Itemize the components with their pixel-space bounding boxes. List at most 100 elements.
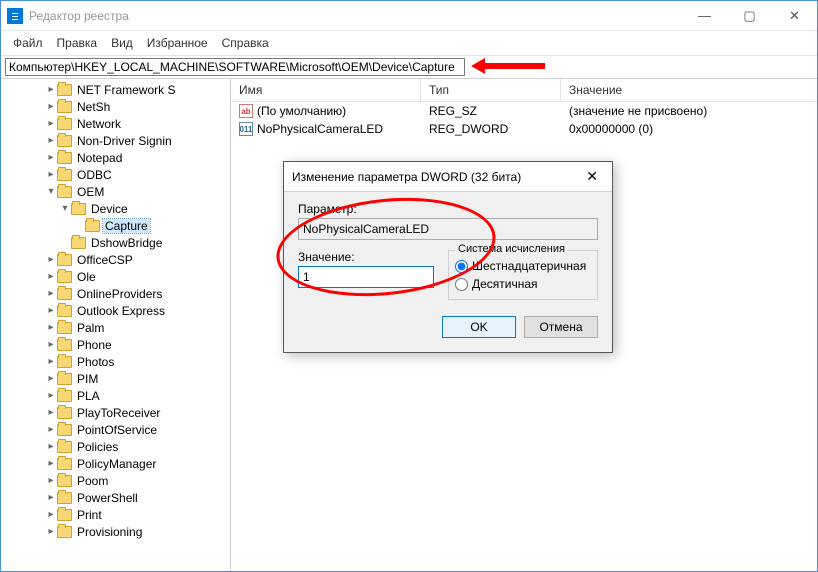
tree-node[interactable]: ▸Palm — [3, 319, 230, 336]
caret-icon[interactable]: ▾ — [59, 203, 71, 214]
tree-node[interactable]: ▸NetSh — [3, 98, 230, 115]
cell-value: 0x00000000 (0) — [561, 122, 817, 136]
caret-icon[interactable]: ▸ — [45, 135, 57, 146]
folder-icon — [57, 135, 72, 147]
caret-icon[interactable]: ▸ — [45, 271, 57, 282]
folder-icon — [57, 373, 72, 385]
tree-node-label: Notepad — [75, 151, 124, 165]
tree-node[interactable]: ▸ Print — [3, 506, 230, 523]
caret-icon[interactable]: ▸ — [45, 339, 57, 350]
folder-icon — [57, 254, 72, 266]
radio-dec[interactable]: Десятичная — [455, 277, 591, 291]
col-type[interactable]: Тип — [421, 79, 561, 101]
tree-node[interactable]: ▸Ole — [3, 268, 230, 285]
caret-icon[interactable]: ▸ — [45, 424, 57, 435]
cell-name: NoPhysicalCameraLED — [257, 122, 383, 136]
maximize-button[interactable]: ▢ — [727, 1, 772, 30]
cell-name: (По умолчанию) — [257, 104, 346, 118]
menu-help[interactable]: Справка — [216, 34, 275, 52]
caret-icon[interactable]: ▸ — [45, 152, 57, 163]
caret-icon[interactable]: ▸ — [45, 526, 57, 537]
caret-icon[interactable]: ▸ — [45, 407, 57, 418]
tree-node[interactable]: ▸OfficeCSP — [3, 251, 230, 268]
tree-node[interactable]: ▸Provisioning — [3, 523, 230, 540]
caret-icon[interactable]: ▸ — [45, 373, 57, 384]
tree-node[interactable]: ▸ Notepad — [3, 149, 230, 166]
folder-icon — [57, 339, 72, 351]
caret-icon[interactable]: ▸ — [45, 356, 57, 367]
folder-icon — [57, 101, 72, 113]
tree-node[interactable]: DshowBridge — [3, 234, 230, 251]
menu-file[interactable]: Файл — [7, 34, 49, 52]
caret-icon[interactable]: ▸ — [45, 118, 57, 129]
tree-node[interactable]: ▸ODBC — [3, 166, 230, 183]
radio-hex-input[interactable] — [455, 260, 468, 273]
folder-icon — [71, 237, 86, 249]
table-row[interactable]: ab(По умолчанию)REG_SZ(значение не присв… — [231, 102, 817, 120]
tree-node-label: PIM — [75, 372, 100, 386]
tree-node[interactable]: ▾Device — [3, 200, 230, 217]
col-value[interactable]: Значение — [561, 79, 817, 101]
radio-hex[interactable]: Шестнадцатеричная — [455, 259, 591, 273]
tree-node-label: Outlook Express — [75, 304, 167, 318]
dialog-body: Параметр: Значение: Система исчисления Ш… — [284, 192, 612, 306]
caret-icon[interactable]: ▸ — [45, 305, 57, 316]
caret-icon[interactable]: ▾ — [45, 186, 57, 197]
value-type-icon: 011 — [239, 122, 253, 136]
caret-icon[interactable]: ▸ — [45, 390, 57, 401]
tree-node[interactable]: ▸PolicyManager — [3, 455, 230, 472]
tree-node[interactable]: ▸PlayToReceiver — [3, 404, 230, 421]
caret-icon[interactable]: ▸ — [45, 458, 57, 469]
folder-icon — [85, 220, 100, 232]
tree-node[interactable]: ▸Phone — [3, 336, 230, 353]
caret-icon[interactable]: ▸ — [45, 475, 57, 486]
close-button[interactable]: ✕ — [772, 1, 817, 30]
minimize-button[interactable]: — — [682, 1, 727, 30]
menu-favorites[interactable]: Избранное — [141, 34, 214, 52]
base-group: Система исчисления Шестнадцатеричная Дес… — [448, 250, 598, 300]
tree-node[interactable]: ▸OnlineProviders — [3, 285, 230, 302]
caret-icon[interactable]: ▸ — [45, 509, 57, 520]
tree-node[interactable]: ▸Photos — [3, 353, 230, 370]
caret-icon[interactable]: ▸ — [45, 492, 57, 503]
tree-node[interactable]: ▸Policies — [3, 438, 230, 455]
list-body: ab(По умолчанию)REG_SZ(значение не присв… — [231, 102, 817, 138]
tree-node[interactable]: ▸PLA — [3, 387, 230, 404]
tree-node[interactable]: ▾OEM — [3, 183, 230, 200]
ok-button[interactable]: OK — [442, 316, 516, 338]
folder-icon — [57, 169, 72, 181]
folder-icon — [57, 526, 72, 538]
tree-node[interactable]: ▸Network — [3, 115, 230, 132]
tree-node[interactable]: Capture — [3, 217, 230, 234]
value-input[interactable] — [298, 266, 434, 288]
caret-icon[interactable]: ▸ — [45, 84, 57, 95]
radio-dec-input[interactable] — [455, 278, 468, 291]
tree-node[interactable]: ▸Non-Driver Signin — [3, 132, 230, 149]
caret-icon[interactable]: ▸ — [45, 288, 57, 299]
tree-node[interactable]: ▸ Outlook Express — [3, 302, 230, 319]
dialog-close-button[interactable]: ✕ — [580, 168, 604, 185]
caret-icon[interactable]: ▸ — [45, 254, 57, 265]
cancel-button[interactable]: Отмена — [524, 316, 598, 338]
address-input[interactable] — [5, 58, 465, 76]
base-legend: Система исчисления — [455, 243, 568, 255]
caret-icon[interactable]: ▸ — [45, 169, 57, 180]
tree-node[interactable]: ▸Poom — [3, 472, 230, 489]
tree-node[interactable]: ▸PointOfService — [3, 421, 230, 438]
caret-icon[interactable]: ▸ — [45, 322, 57, 333]
tree-node[interactable]: ▸PowerShell — [3, 489, 230, 506]
tree-node-label: Print — [75, 508, 104, 522]
folder-icon — [57, 152, 72, 164]
dialog-footer: OK Отмена — [284, 306, 612, 352]
table-row[interactable]: 011NoPhysicalCameraLEDREG_DWORD0x0000000… — [231, 120, 817, 138]
tree-node[interactable]: ▸NET Framework S — [3, 81, 230, 98]
menu-edit[interactable]: Правка — [51, 34, 104, 52]
caret-icon[interactable]: ▸ — [45, 101, 57, 112]
tree-node[interactable]: ▸ PIM — [3, 370, 230, 387]
cell-value: (значение не присвоено) — [561, 104, 817, 118]
menu-view[interactable]: Вид — [105, 34, 139, 52]
tree-pane[interactable]: ▸NET Framework S▸NetSh▸Network▸Non-Drive… — [1, 79, 231, 571]
col-name[interactable]: Имя — [231, 79, 421, 101]
titlebar: Редактор реестра — ▢ ✕ — [1, 1, 817, 31]
caret-icon[interactable]: ▸ — [45, 441, 57, 452]
